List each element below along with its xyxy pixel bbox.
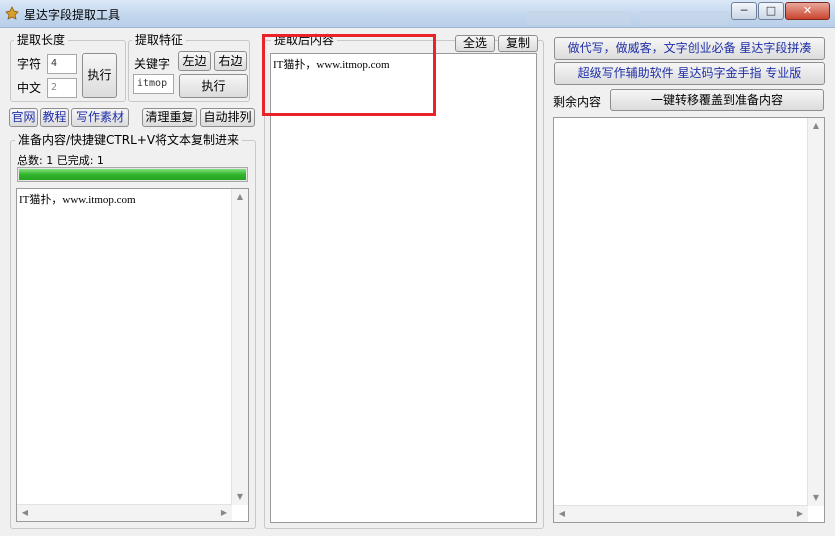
scroll-left-arrow[interactable]: ◀ xyxy=(554,506,570,522)
keyword-input[interactable]: itmop xyxy=(133,74,174,94)
prepare-legend: 准备内容/快捷键CTRL+V将文本复制进来 xyxy=(15,133,243,147)
material-button[interactable]: 写作素材 xyxy=(71,108,129,127)
remaining-label: 剩余内容 xyxy=(553,95,602,109)
auto-sort-button[interactable]: 自动排列 xyxy=(200,108,255,127)
website-button[interactable]: 官网 xyxy=(9,108,38,127)
scroll-up-arrow[interactable]: ▲ xyxy=(232,189,248,205)
scroll-right-arrow[interactable]: ▶ xyxy=(792,506,808,522)
background-tab xyxy=(640,11,728,25)
result-textarea[interactable]: IT猫扑，www.itmop.com xyxy=(270,53,537,523)
copy-button[interactable]: 复制 xyxy=(498,35,538,52)
prepare-content: IT猫扑，www.itmop.com xyxy=(19,194,136,206)
scroll-right-arrow[interactable]: ▶ xyxy=(216,505,232,521)
extract-length-legend: 提取长度 xyxy=(14,33,69,47)
scroll-down-arrow[interactable]: ▼ xyxy=(232,489,248,505)
remaining-textarea[interactable]: ▲ ▼ ◀ ▶ xyxy=(553,117,825,523)
tutorial-button[interactable]: 教程 xyxy=(40,108,69,127)
app-icon xyxy=(5,6,19,20)
extract-feature-legend: 提取特征 xyxy=(132,33,187,47)
prepare-hscroll[interactable]: ◀ ▶ xyxy=(17,504,232,521)
scroll-left-arrow[interactable]: ◀ xyxy=(17,505,33,521)
prepare-textarea[interactable]: IT猫扑，www.itmop.com ▲ ▼ ◀ ▶ xyxy=(16,188,249,522)
ad-button-1[interactable]: 做代写，做威客，文字创业必备 星达字段拼凑 xyxy=(554,37,825,60)
minimize-button[interactable]: ─ xyxy=(731,2,757,20)
scroll-up-arrow[interactable]: ▲ xyxy=(808,118,824,134)
transfer-button[interactable]: 一键转移覆盖到准备内容 xyxy=(610,89,824,111)
prepare-stats: 总数: 1 已完成: 1 xyxy=(17,154,104,167)
ad-button-2[interactable]: 超级写作辅助软件 星达码字金手指 专业版 xyxy=(554,62,825,85)
background-tab xyxy=(527,11,631,25)
left-button[interactable]: 左边 xyxy=(178,51,211,71)
clean-duplicate-button[interactable]: 清理重复 xyxy=(142,108,197,127)
window-title: 星达字段提取工具 xyxy=(24,8,121,22)
right-button[interactable]: 右边 xyxy=(214,51,247,71)
progress-fill xyxy=(19,169,246,180)
remaining-vscroll[interactable]: ▲ ▼ xyxy=(807,118,824,506)
prepare-vscroll[interactable]: ▲ ▼ xyxy=(231,189,248,505)
char-label: 字符 xyxy=(17,57,42,71)
select-all-button[interactable]: 全选 xyxy=(455,35,495,52)
title-bar: 星达字段提取工具 ─ □ ✕ xyxy=(0,0,835,28)
chinese-input[interactable]: 2 xyxy=(47,78,77,98)
maximize-button[interactable]: □ xyxy=(758,2,784,20)
highlight-box xyxy=(262,34,436,116)
char-input[interactable]: 4 xyxy=(47,54,77,74)
remaining-hscroll[interactable]: ◀ ▶ xyxy=(554,505,808,522)
keyword-label: 关键字 xyxy=(134,57,171,71)
length-exec-button[interactable]: 执行 xyxy=(82,53,117,98)
scroll-down-arrow[interactable]: ▼ xyxy=(808,490,824,506)
close-button[interactable]: ✕ xyxy=(785,2,830,20)
feature-exec-button[interactable]: 执行 xyxy=(179,74,248,98)
progress-bar xyxy=(17,167,248,182)
chinese-label: 中文 xyxy=(17,81,42,95)
